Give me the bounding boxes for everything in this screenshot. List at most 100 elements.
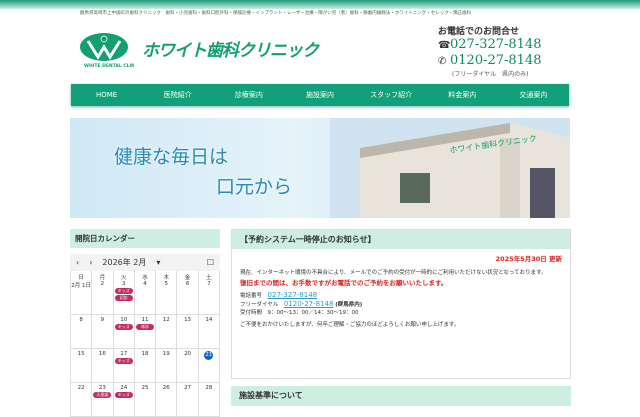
calendar-event[interactable]: 初診 [114,295,133,301]
day-number: 27 [184,385,192,391]
calendar-event[interactable]: 天皇誕 [93,392,112,398]
calendar-day[interactable]: 月2 [92,271,114,315]
calendar-day[interactable]: 8 [71,315,93,349]
day-number: 13 [184,317,192,323]
day-number: 12 [162,317,170,323]
clinic-logo[interactable]: WHITE DENTAL CLINIC [78,29,134,69]
day-number: 20 [184,351,192,357]
notice-tel-link[interactable]: 027-327-8148 [268,291,318,299]
day-number: 25 [141,385,149,391]
notice-date: 2025年5月30日 更新 [495,255,562,263]
day-number: 18 [141,351,149,357]
prev-month-button[interactable]: ‹ [76,258,79,267]
chevron-down-icon[interactable]: ▾ [156,258,160,267]
calendar-day[interactable]: 日 2月 1日 [71,271,93,315]
day-number: 10 [120,317,128,323]
calendar-day[interactable]: 金6 [177,271,199,315]
calendar-title: 開院日カレンダー [70,229,220,248]
phone-icon: ☎ [438,40,451,51]
calendar-month[interactable]: 2026年 2月 [102,257,146,268]
calendar-day[interactable]: 25 [134,383,157,417]
calendar-day[interactable]: 15 [71,349,93,383]
calendar-day[interactable]: 22 [71,383,93,417]
nav-treatment[interactable]: 診療案内 [213,84,284,106]
notice-emphasis: 復旧までの間は、お手数ですがお電話でのご予約をお願いいたします。 [240,279,448,287]
notice-box: 【予約システム一時停止のお知らせ】 2025年5月30日 更新 現在、インターネ… [231,229,571,379]
calendar-day[interactable]: 28 [198,383,220,417]
day-number: 16 [98,351,106,357]
day-number: 6 [185,281,190,287]
tel-label: 電話番号 [240,293,263,299]
weekday-label: 水 [142,275,148,281]
day-number: 22 [77,385,85,391]
calendar-day[interactable]: 24 キッズ [113,383,135,417]
weekday-label: 木 [163,275,170,281]
notice-free-link[interactable]: 0120-27-8148 [284,300,334,308]
day-number: 15 [77,351,85,357]
calendar-day[interactable]: 13 [177,315,199,349]
free-note: (群馬県内) [335,302,363,308]
calendar-event[interactable]: キッズ [114,358,133,364]
calendar-day[interactable]: 16 [92,349,114,383]
nav-staff[interactable]: スタッフ紹介 [356,84,427,106]
calendar-day[interactable]: 9 [92,315,114,349]
calendar-event[interactable]: 休診 [135,324,154,330]
day-number: 21 [204,351,214,360]
top-bar [0,0,640,9]
calendar-event[interactable]: キッズ [114,288,133,294]
contact-box: お電話でのお問合せ ☎027-327-8148 ✆ 0120-27-8148 (フ… [438,24,578,78]
nav-facility[interactable]: 施設案内 [284,84,355,106]
notice-body: 現在、インターネット環境の不具合により、メールでのご予約の受付が一時的にご利用い… [240,270,547,276]
day-number: 5 [164,281,169,287]
calendar-day[interactable]: 21 [198,349,220,383]
day-number: 24 [120,385,128,391]
calendar-day[interactable]: 水4 [134,271,157,315]
freedial-icon: ✆ [438,56,447,67]
calendar-day[interactable]: 土7 [198,271,220,315]
day-number: 7 [207,281,211,287]
hero-copy-line1: 健康な毎日は [114,146,229,168]
calendar-day[interactable]: 26 [156,383,178,417]
clinic-building-image: ホワイト歯科クリニック [330,118,570,218]
day-number: 23 [98,385,106,391]
logo-badge: WHITE DENTAL CLINIC [84,63,134,69]
freedial-number[interactable]: 0120-27-8148 [450,53,542,68]
notice-closing: ご不便をおかけいたしますが、何卒ご理解・ご協力のほどよろしくお願い申し上げます。 [240,322,460,328]
day-number: 28 [205,385,213,391]
calendar-view-icon[interactable]: ☐ [207,258,214,267]
nav-fees[interactable]: 料金案内 [427,84,498,106]
freedial-note: (フリーダイヤル 県内のみ) [452,71,529,78]
calendar-event[interactable]: キッズ [114,392,133,398]
weekday-label: 月 [99,275,106,281]
day-number: 2 [100,281,105,287]
day-number: 19 [162,351,170,357]
calendar-day[interactable]: 17 キッズ [113,349,135,383]
day-number: 14 [205,317,213,323]
day-number: 17 [120,351,128,357]
weekday-label: 金 [184,275,191,281]
day-number: 8 [79,317,83,323]
nav-home[interactable]: HOME [71,84,142,106]
nav-access[interactable]: 交通案内 [498,84,569,106]
calendar-event[interactable]: キッズ [114,324,133,330]
calendar-day[interactable]: 20 [177,349,199,383]
weekday-label: 火 [120,275,127,281]
calendar-day[interactable]: 火 3 キッズ 初診 [113,271,135,315]
day-number: 2月 1日 [71,283,92,289]
logo-text[interactable]: ホワイト歯科クリニック [142,36,319,61]
tel-number[interactable]: 027-327-8148 [450,37,542,52]
calendar-day[interactable]: 23 天皇誕 [92,383,114,417]
calendar-day[interactable]: 11 休診 [134,315,157,349]
calendar-day[interactable]: 19 [156,349,178,383]
hours: 9：00〜13：00／14：30〜19：00 [267,310,359,316]
free-label: フリーダイヤル [240,302,279,308]
weekday-label: 日 [78,275,84,281]
calendar-day[interactable]: 12 [156,315,178,349]
calendar-day[interactable]: 10 キッズ [113,315,135,349]
calendar-day[interactable]: 木5 [156,271,178,315]
calendar-day[interactable]: 14 [198,315,220,349]
nav-about[interactable]: 医院紹介 [142,84,213,106]
calendar-day[interactable]: 27 [177,383,199,417]
next-month-button[interactable]: › [89,258,92,267]
calendar-day[interactable]: 18 [134,349,157,383]
